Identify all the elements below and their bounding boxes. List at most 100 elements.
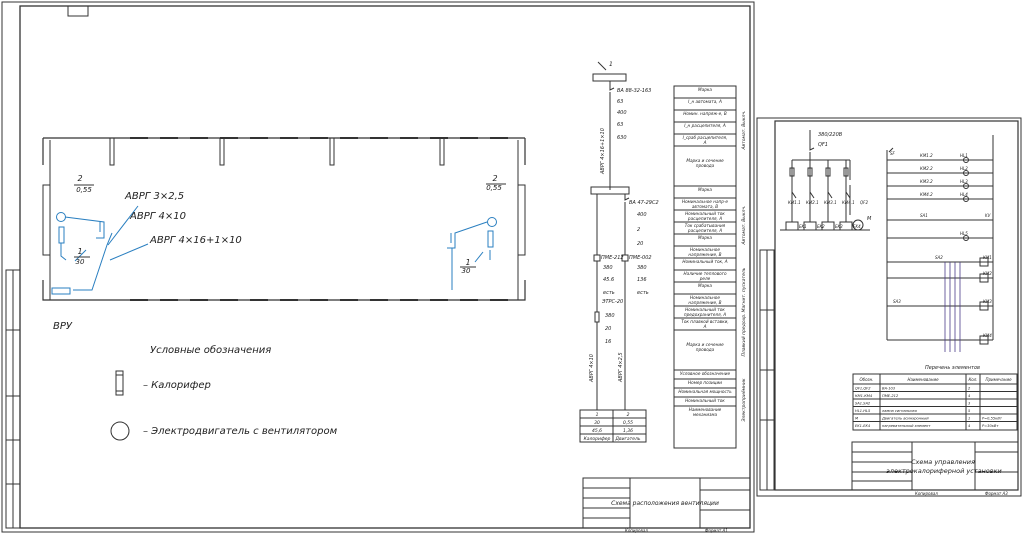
param-label: провода: [696, 347, 715, 352]
spec-cell: Двигатель асинхронный: [881, 417, 929, 421]
sld-table-cell: Двигатель: [614, 436, 640, 442]
sld-table-cell: 2: [627, 412, 630, 418]
vru-cabinet: [51, 287, 71, 295]
motor-label: М: [867, 216, 872, 222]
sld-relay-v3: 16: [605, 339, 611, 345]
spec-cell: Р=30кВт: [982, 424, 999, 428]
spec-cell: ВА-103: [882, 387, 896, 391]
sld-table-cell: 45,6: [592, 428, 602, 434]
sheet2-title-block: Схема управления электрокалориферной уст…: [851, 441, 1019, 491]
wall-pier: [329, 137, 335, 166]
param-label: Номинальная мощность: [678, 389, 732, 394]
spec-cell: 5: [968, 409, 971, 413]
right-motor-val: 0,55: [486, 184, 502, 192]
cable-label-1: АВРГ 3×2,5: [124, 191, 184, 202]
spec-cell: SA1,SA2: [855, 402, 871, 406]
wall-pier: [109, 137, 115, 166]
param-label: Марка: [698, 87, 712, 92]
left-heater-num: 1: [77, 247, 82, 256]
spec-cell: 2: [968, 387, 971, 391]
sld-main-v2: 400: [617, 110, 627, 116]
sld-table-cell: 1,36: [623, 428, 633, 434]
sheet2-left-strip: [759, 249, 775, 491]
sld-main-cable: АВРГ 4×16+1×10: [600, 128, 606, 175]
legend-motor-icon: [110, 421, 130, 441]
spec-cell: М: [855, 417, 858, 421]
legend-heater-label: – Калорифер: [143, 380, 211, 391]
right-heater-val: 30: [462, 267, 471, 275]
control-label: КМ1.2: [920, 153, 933, 158]
sld-s1-v2: 45.6: [603, 277, 614, 283]
sld-bottom-table: 1 2 30 0,55 45,6 1,36 Калорифер Двигатель: [579, 409, 647, 443]
spec-header: Примечание: [985, 377, 1012, 382]
control-label: KV: [985, 213, 991, 218]
left-heater-val: 30: [76, 258, 85, 266]
sld-main-v4: 630: [617, 135, 627, 141]
building-plan: [42, 137, 526, 301]
qf1-label: QF1: [818, 142, 828, 148]
param-label: А: [703, 140, 707, 145]
side-label: Электроприёмник: [741, 378, 747, 422]
control-label: SA3: [893, 299, 901, 304]
param-label: Марка: [698, 283, 712, 288]
heater-element: [785, 221, 799, 231]
control-label: КМ2: [983, 271, 992, 276]
sld-relay: ЭТРС-20: [601, 299, 623, 305]
control-label: HL4: [960, 192, 968, 197]
contactor-label: КМ1.1: [788, 200, 801, 205]
spec-cell: QF1,QF2: [855, 387, 871, 391]
param-label: Номин. напряж-е, В: [683, 111, 727, 116]
legend-motor-label: – Электродвигатель с вентилятором: [143, 426, 338, 437]
param-label: Марка: [698, 187, 712, 192]
sheet1-footer-right: Формат А1: [705, 528, 728, 533]
sld-s2-v2: 136: [637, 277, 647, 283]
sld-breaker2: ВА 47-29С2: [629, 200, 659, 206]
param-label: расцепителя, А: [687, 216, 722, 221]
control-label: SA2: [935, 255, 943, 260]
right-heater-icon: [487, 230, 494, 248]
param-label: расцепителя, А: [687, 228, 722, 233]
sld-main-v1: 63: [617, 99, 623, 105]
sld-b2-v1: 400: [637, 212, 647, 218]
vru-label: ВРУ: [53, 321, 73, 332]
param-label: I_н расцепителя, А: [684, 123, 726, 128]
left-heater-icon: [58, 226, 65, 244]
right-motor-icon: [487, 217, 497, 227]
right-equipment: 2 0,55 1 30: [447, 174, 506, 290]
param-label: механизма: [693, 412, 718, 417]
sld-s2-v1: 380: [637, 265, 647, 271]
contactor-label: КМ3.1: [824, 200, 837, 205]
sheet1-top-stamp: [67, 5, 89, 17]
sld-s1-v1: 380: [603, 265, 613, 271]
spec-header: Обозн.: [859, 377, 873, 382]
param-label: Номер позиции: [688, 380, 722, 385]
spec-cell: КМ1-КМ4: [855, 394, 873, 398]
left-motor-icon: [56, 212, 66, 222]
param-label: Марка: [698, 235, 712, 240]
sld-s1-v3: есть: [603, 290, 615, 296]
cable-label-2: АВРГ 4×10: [129, 211, 186, 222]
param-label: реле: [699, 276, 711, 281]
side-label: Автомат. Выклч.: [741, 110, 747, 150]
sheet2-footer-left: Копировал: [915, 491, 938, 496]
control-label: КМ4.2: [920, 192, 933, 197]
spec-cell: нагревательный элемент: [882, 424, 931, 428]
spec-cell: 4: [968, 424, 971, 428]
left-motor-num: 2: [77, 174, 82, 183]
control-label: КМ4: [983, 333, 992, 338]
params-column: Марка I_н автомата, А Номин. напряж-е, В I_…: [673, 85, 747, 449]
sld-table-cell: 0,55: [623, 420, 633, 426]
spec-table: Перечень элементов Обозн. Наименование Кол…: [852, 365, 1018, 431]
param-label: напряжение, В: [688, 252, 721, 257]
param-label: Условное обозначение: [680, 371, 731, 376]
sheet-2: 380/220В QF1 КМ1.1 КМ2.1 КМ3.1 КМ4.1 EK1 EK2…: [756, 117, 1022, 497]
control-label: HL5: [960, 231, 968, 236]
sld-main-breaker: ВА 88-32-163: [617, 88, 651, 94]
sheet1-left-strip: [5, 269, 21, 529]
param-label: I_н автомата, А: [688, 99, 722, 104]
legend: Условные обозначения – Калорифер – Элект…: [110, 344, 338, 441]
spec-cell: лампа сигнальная: [881, 409, 918, 413]
left-equipment: 2 0,55 1 30 АВРГ 3×2,5 АВРГ 4×10 АВРГ 4×…: [51, 174, 242, 332]
sld-b2-v2: 2: [637, 227, 640, 233]
control-label: КМ3.2: [920, 179, 933, 184]
